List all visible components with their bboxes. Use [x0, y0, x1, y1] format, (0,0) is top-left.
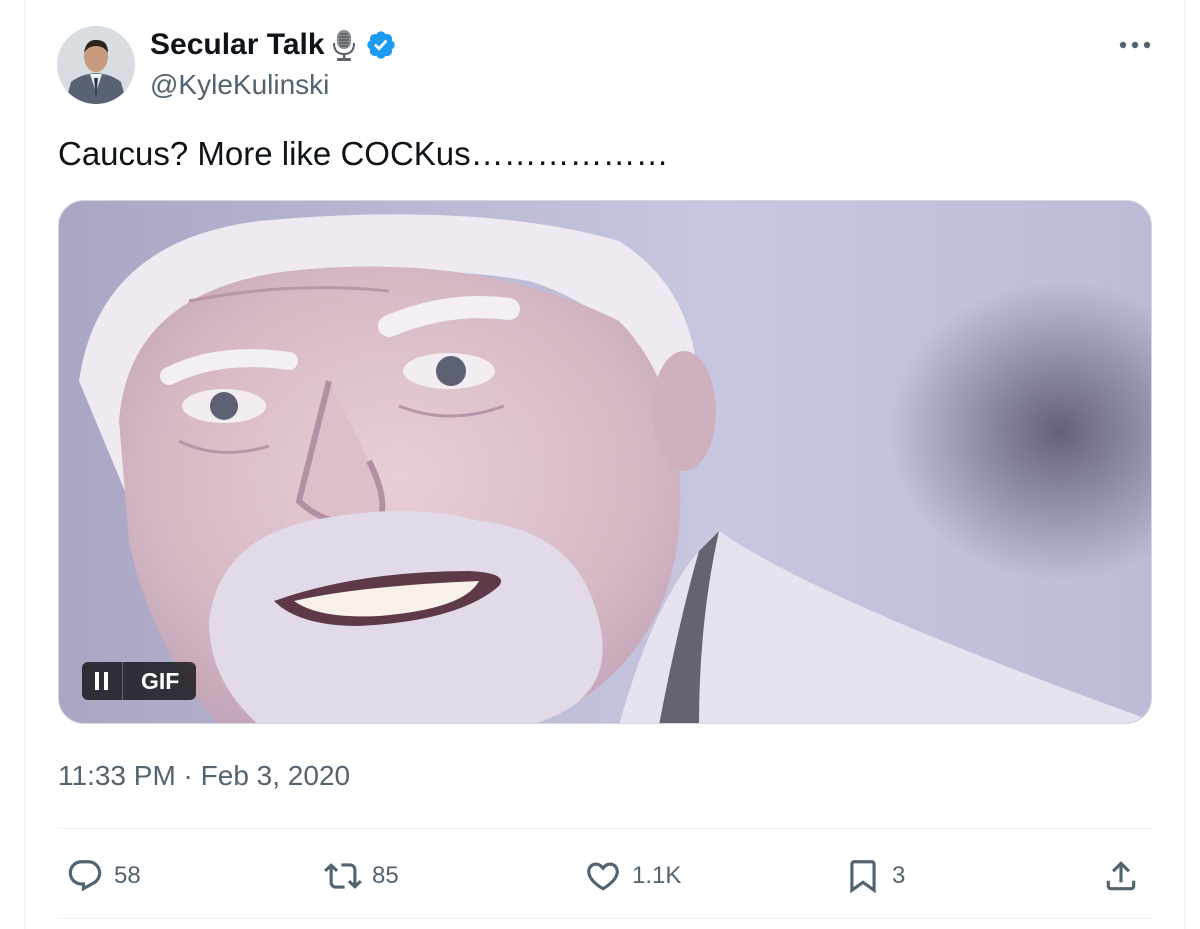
user-handle[interactable]: @KyleKulinski	[150, 68, 329, 102]
share-button[interactable]	[1102, 856, 1140, 896]
like-count: 1.1K	[632, 862, 682, 889]
more-options-button[interactable]	[1112, 28, 1158, 62]
gif-pause-control[interactable]: GIF	[82, 662, 196, 700]
tweet-bottom-divider	[58, 918, 1152, 919]
repost-icon	[324, 863, 362, 889]
timeline-border-left	[24, 0, 25, 929]
verified-badge-icon[interactable]	[365, 29, 397, 61]
display-name[interactable]: Secular Talk	[150, 27, 325, 63]
repost-button[interactable]: 85	[324, 856, 399, 896]
reply-button[interactable]: 58	[66, 856, 141, 896]
bookmark-button[interactable]: 3	[844, 856, 905, 896]
gif-badge: GIF	[141, 667, 180, 694]
bookmark-count: 3	[892, 862, 906, 889]
ellipsis-icon	[1119, 41, 1151, 49]
pause-icon[interactable]	[82, 662, 122, 700]
tweet-timestamp[interactable]: 11:33 PM · Feb 3, 2020	[58, 758, 350, 794]
like-button[interactable]: 1.1K	[584, 856, 681, 896]
gif-media[interactable]	[58, 200, 1152, 724]
avatar[interactable]	[57, 26, 135, 104]
microphone-icon	[331, 28, 357, 62]
display-name-row[interactable]: Secular Talk	[150, 27, 397, 63]
share-icon	[1106, 861, 1136, 891]
bookmark-icon	[850, 860, 876, 894]
reply-icon	[68, 860, 102, 892]
repost-count: 85	[372, 862, 399, 889]
action-bar-divider	[58, 828, 1152, 829]
heart-icon	[587, 862, 619, 891]
tweet-text: Caucus? More like COCKus………………	[58, 135, 669, 172]
timeline-border-right	[1184, 0, 1185, 929]
reply-count: 58	[114, 862, 141, 889]
